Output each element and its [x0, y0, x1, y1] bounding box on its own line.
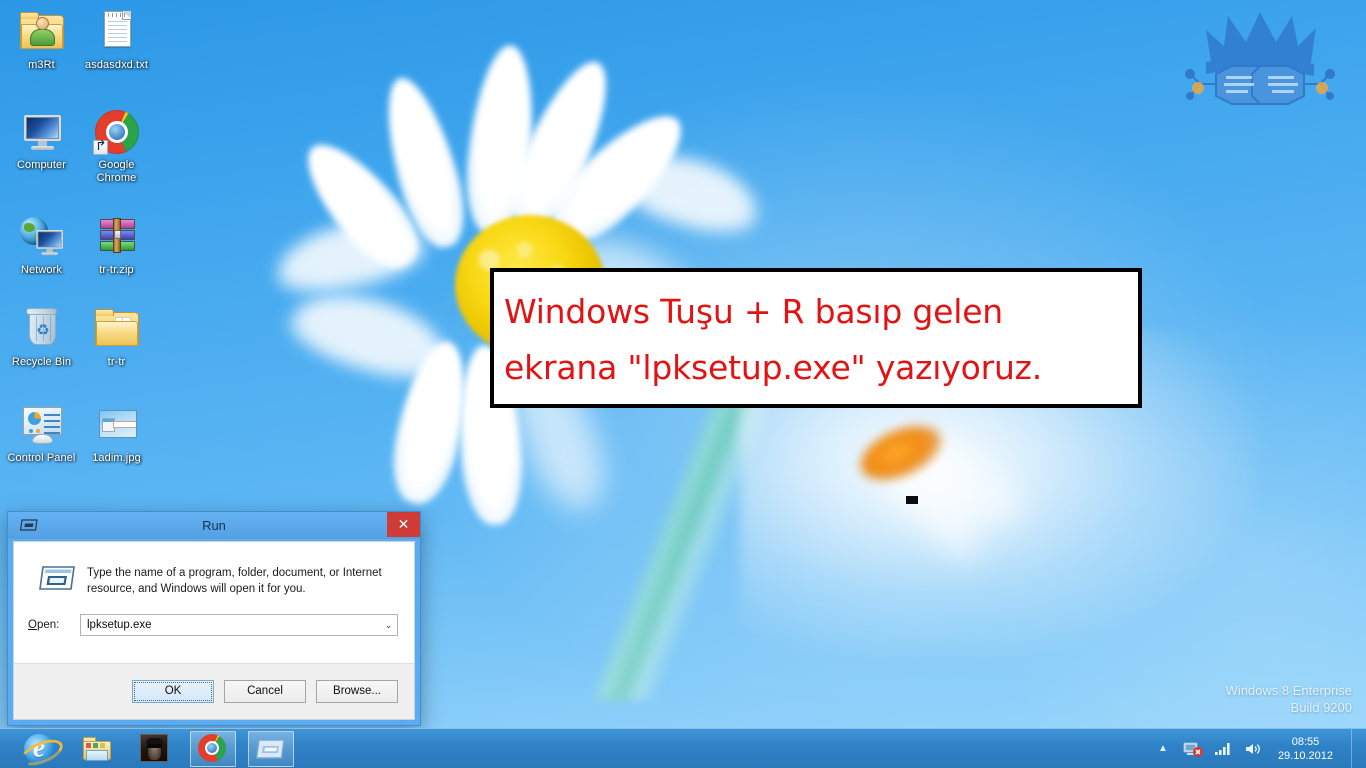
desktop-icon-computer[interactable]: Computer	[4, 104, 79, 191]
wallpaper-petal	[875, 418, 1035, 540]
shortcut-overlay-icon	[92, 140, 108, 155]
taskbar-button-google-chrome[interactable]	[190, 730, 236, 767]
taskbar[interactable]: ▲	[0, 728, 1366, 768]
taskbar-button-file-explorer[interactable]	[74, 731, 120, 767]
desktop-icon-label: 1adim.jpg	[92, 452, 141, 464]
winrar-archive-icon	[93, 213, 141, 261]
desktop-icon-label: tr-tr	[107, 356, 126, 368]
system-tray: ▲ 08:55 29.10.2012	[1152, 728, 1366, 768]
screen-artifact	[906, 496, 918, 504]
annotation-line-1: Windows Tuşu + R basıp gelen	[504, 292, 1004, 331]
open-label-rest: pen:	[36, 619, 60, 631]
windows-activation-watermark: Windows 8 Enterprise Build 9200	[1226, 682, 1352, 716]
volume-icon[interactable]	[1242, 734, 1264, 764]
open-label: Open:	[28, 619, 80, 631]
photo-thumbnail-icon	[140, 733, 170, 764]
open-combobox[interactable]: lpksetup.exe ⌄	[80, 614, 398, 636]
run-dialog-titlebar[interactable]: Run ✕	[8, 512, 420, 539]
wallpaper-petal	[460, 42, 542, 238]
control-panel-icon	[18, 401, 66, 449]
show-desktop-button[interactable]	[1351, 728, 1358, 768]
network-icon	[18, 213, 66, 261]
wallpaper-petal	[372, 70, 476, 255]
taskbar-buttons	[0, 729, 294, 768]
taskbar-clock[interactable]: 08:55 29.10.2012	[1272, 735, 1343, 763]
run-dialog-description: Type the name of a program, folder, docu…	[87, 567, 382, 595]
open-field-row: Open: lpksetup.exe ⌄	[28, 614, 398, 636]
open-input[interactable]: lpksetup.exe	[81, 619, 380, 631]
run-dialog-footer: OK Cancel Browse...	[14, 663, 414, 719]
computer-icon	[18, 108, 66, 156]
text-file-icon	[93, 8, 141, 56]
cancel-button[interactable]: Cancel	[224, 680, 306, 703]
show-hidden-icons-chevron[interactable]: ▲	[1152, 734, 1174, 764]
desktop[interactable]: m3Rt asdasdxd.txt Computer ↰ Google Chro…	[0, 0, 1366, 768]
signal-bars-icon[interactable]	[1212, 734, 1234, 764]
run-dialog-title: Run	[202, 518, 226, 533]
desktop-icon-tr-tr-zip[interactable]: tr-tr.zip	[79, 209, 154, 283]
desktop-icon-network[interactable]: Network	[4, 209, 79, 283]
recycle-bin-icon: ♻	[18, 305, 66, 353]
run-window-icon	[20, 518, 39, 532]
chrome-icon	[92, 108, 141, 156]
folder-icon	[93, 305, 141, 353]
wallpaper-petal	[535, 96, 701, 259]
wallpaper-petal	[289, 127, 433, 283]
clock-date: 29.10.2012	[1277, 749, 1333, 762]
desktop-icon-label: Control Panel	[7, 452, 76, 464]
close-icon[interactable]: ✕	[387, 512, 420, 537]
windows-edition-text: Windows 8 Enterprise	[1225, 683, 1352, 698]
run-dialog-body: Type the name of a program, folder, docu…	[13, 541, 415, 720]
wallpaper-petal	[270, 210, 430, 302]
run-window-icon	[256, 737, 286, 761]
desktop-icon-google-chrome[interactable]: Google Chrome	[79, 104, 154, 191]
image-file-icon	[93, 401, 141, 449]
desktop-icon-tr-tr[interactable]: tr-tr	[79, 301, 154, 375]
run-dialog-content: Type the name of a program, folder, docu…	[14, 542, 414, 658]
annotation-line-2: ekrana "lpksetup.exe" yazıyoruz.	[504, 348, 1043, 387]
annotation-callout: Windows Tuşu + R basıp gelen ekrana "lpk…	[490, 268, 1142, 408]
desktop-icon-label: m3Rt	[28, 59, 55, 71]
wallpaper-petal	[871, 441, 999, 571]
wallpaper-petal	[283, 279, 457, 391]
wallpaper-petal	[383, 335, 479, 510]
wallpaper-second-flower-center	[852, 414, 950, 492]
chevron-down-icon[interactable]: ⌄	[380, 620, 397, 631]
ok-button[interactable]: OK	[132, 680, 214, 703]
desktop-icon-m3rt[interactable]: m3Rt	[4, 4, 79, 78]
desktop-icon-label: tr-tr.zip	[99, 264, 134, 276]
nerd-glasses-logo	[1176, 6, 1344, 128]
open-label-mnemonic: O	[28, 619, 37, 631]
browse-button[interactable]: Browse...	[316, 680, 398, 703]
internet-explorer-icon	[24, 733, 54, 764]
desktop-icon-control-panel[interactable]: Control Panel	[4, 397, 79, 471]
file-explorer-icon	[82, 734, 112, 764]
taskbar-button-internet-explorer[interactable]	[16, 731, 62, 767]
network-disconnected-icon[interactable]	[1182, 734, 1204, 764]
wallpaper-petal	[496, 50, 626, 240]
run-dialog[interactable]: Run ✕ Type the name of a program, folder…	[7, 511, 421, 726]
desktop-icon-recycle-bin[interactable]: ♻ Recycle Bin	[4, 301, 79, 375]
taskbar-button-run[interactable]	[248, 730, 294, 767]
wallpaper-stem	[470, 400, 890, 700]
clock-time: 08:55	[1291, 735, 1320, 748]
desktop-icon-label: Network	[20, 264, 63, 276]
folder-user-icon	[18, 8, 66, 56]
desktop-icon-label: Computer	[16, 159, 67, 171]
wallpaper-petal	[613, 141, 767, 245]
desktop-icon-label: Google Chrome	[96, 159, 137, 184]
desktop-icon-grid: m3Rt asdasdxd.txt Computer ↰ Google Chro…	[4, 4, 154, 471]
windows-build-text: Build 9200	[1290, 700, 1352, 715]
run-window-icon	[39, 564, 77, 592]
taskbar-button-photo[interactable]	[132, 731, 178, 767]
chrome-icon	[198, 733, 228, 764]
desktop-icon-asdasdxd-txt[interactable]: asdasdxd.txt	[79, 4, 154, 78]
desktop-icon-1adim-jpg[interactable]: 1adim.jpg	[79, 397, 154, 471]
desktop-icon-label: asdasdxd.txt	[85, 59, 148, 71]
desktop-icon-label: Recycle Bin	[11, 356, 72, 368]
